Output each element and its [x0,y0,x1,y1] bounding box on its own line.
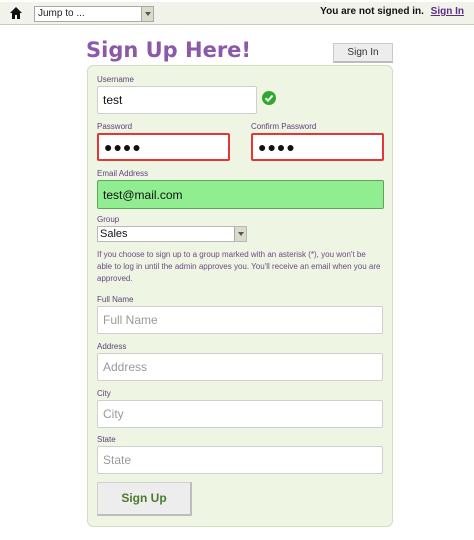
city-placeholder: City [103,407,124,421]
top-bar: Jump to ... You are not signed in. Sign … [0,2,474,25]
group-label: Group [97,215,120,224]
state-placeholder: State [103,453,132,467]
jump-to-value: Jump to ... [38,8,85,19]
city-input[interactable]: City [97,400,383,428]
address-input[interactable]: Address [97,353,383,381]
email-label: Email Address [97,169,149,178]
group-value: Sales [100,228,128,240]
address-label: Address [97,342,127,351]
email-value: test@mail.com [103,187,183,202]
signin-link[interactable]: Sign In [431,6,464,17]
sign-up-button[interactable]: Sign Up [97,482,192,516]
chevron-down-icon [141,7,153,21]
signin-status: You are not signed in. Sign In [320,6,464,17]
jump-to-select[interactable]: Jump to ... [34,6,154,22]
address-placeholder: Address [103,360,148,374]
confirm-password-input[interactable]: ●●●● [251,133,384,161]
state-label: State [97,435,116,444]
confirm-password-label: Confirm Password [251,122,317,131]
state-input[interactable]: State [97,446,383,474]
page-title: Sign Up Here! [86,38,252,62]
email-input[interactable]: test@mail.com [97,180,384,209]
group-select[interactable]: Sales [97,226,247,242]
full-name-input[interactable]: Full Name [97,306,383,334]
chevron-down-icon [234,227,246,241]
group-help-text: If you choose to sign up to a group mark… [97,250,381,283]
check-icon [262,91,276,105]
username-value: test [103,93,123,107]
city-label: City [97,389,111,398]
password-label: Password [97,122,133,131]
confirm-password-value: ●●●● [258,139,296,155]
username-input[interactable]: test [97,86,257,114]
full-name-label: Full Name [97,295,134,304]
sign-in-button[interactable]: Sign In [333,43,393,63]
username-label: Username [97,75,134,84]
status-text: You are not signed in. [320,6,424,17]
full-name-placeholder: Full Name [103,313,158,327]
password-value: ●●●● [104,139,142,155]
home-icon[interactable] [9,6,23,20]
password-input[interactable]: ●●●● [97,133,230,161]
